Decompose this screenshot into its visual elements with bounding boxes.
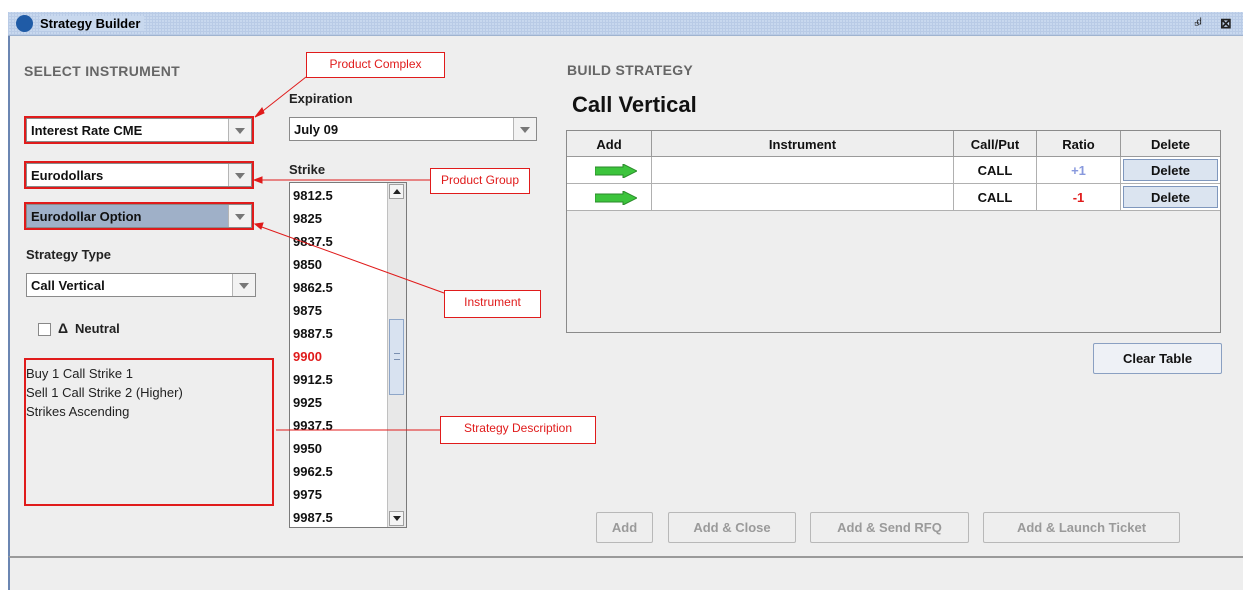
call-put-cell: CALL [954, 157, 1037, 184]
add-close-button[interactable]: Add & Close [668, 512, 796, 543]
call-put-cell: CALL [954, 184, 1037, 211]
legs-table: Add Instrument Call/Put Ratio Delete CAL… [566, 130, 1221, 333]
green-arrow-icon[interactable] [595, 164, 637, 178]
instrument-cell[interactable] [652, 157, 954, 184]
clear-table-button[interactable]: Clear Table [1093, 343, 1222, 374]
product-group-callout: Product Group [430, 168, 530, 194]
add-launch-ticket-button[interactable]: Add & Launch Ticket [983, 512, 1180, 543]
strategy-builder-window: Strategy Builder ▫ͩ ⊠ SELECT INSTRUMENT … [0, 0, 1243, 590]
add-leg-cell[interactable] [567, 157, 652, 184]
ratio-cell[interactable]: -1 [1037, 184, 1121, 211]
delete-cell: Delete [1121, 157, 1220, 184]
strategy-description-callout: Strategy Description [440, 416, 596, 444]
delete-cell: Delete [1121, 184, 1220, 211]
product-complex-callout: Product Complex [306, 52, 445, 78]
instrument-callout: Instrument [444, 290, 541, 318]
strategy-name-title: Call Vertical [572, 92, 697, 117]
add-button[interactable]: Add [596, 512, 653, 543]
column-header-call-put[interactable]: Call/Put [954, 131, 1037, 157]
column-header-ratio[interactable]: Ratio [1037, 131, 1121, 157]
green-arrow-icon[interactable] [595, 191, 637, 205]
delete-leg-button[interactable]: Delete [1123, 159, 1218, 181]
add-leg-cell[interactable] [567, 184, 652, 211]
column-header-instrument[interactable]: Instrument [652, 131, 954, 157]
instrument-cell[interactable] [652, 184, 954, 211]
column-header-delete[interactable]: Delete [1121, 131, 1220, 157]
build-strategy-heading: BUILD STRATEGY [567, 62, 694, 78]
add-send-rfq-button[interactable]: Add & Send RFQ [810, 512, 969, 543]
delete-leg-button[interactable]: Delete [1123, 186, 1218, 208]
ratio-cell[interactable]: +1 [1037, 157, 1121, 184]
column-header-add[interactable]: Add [567, 131, 652, 157]
